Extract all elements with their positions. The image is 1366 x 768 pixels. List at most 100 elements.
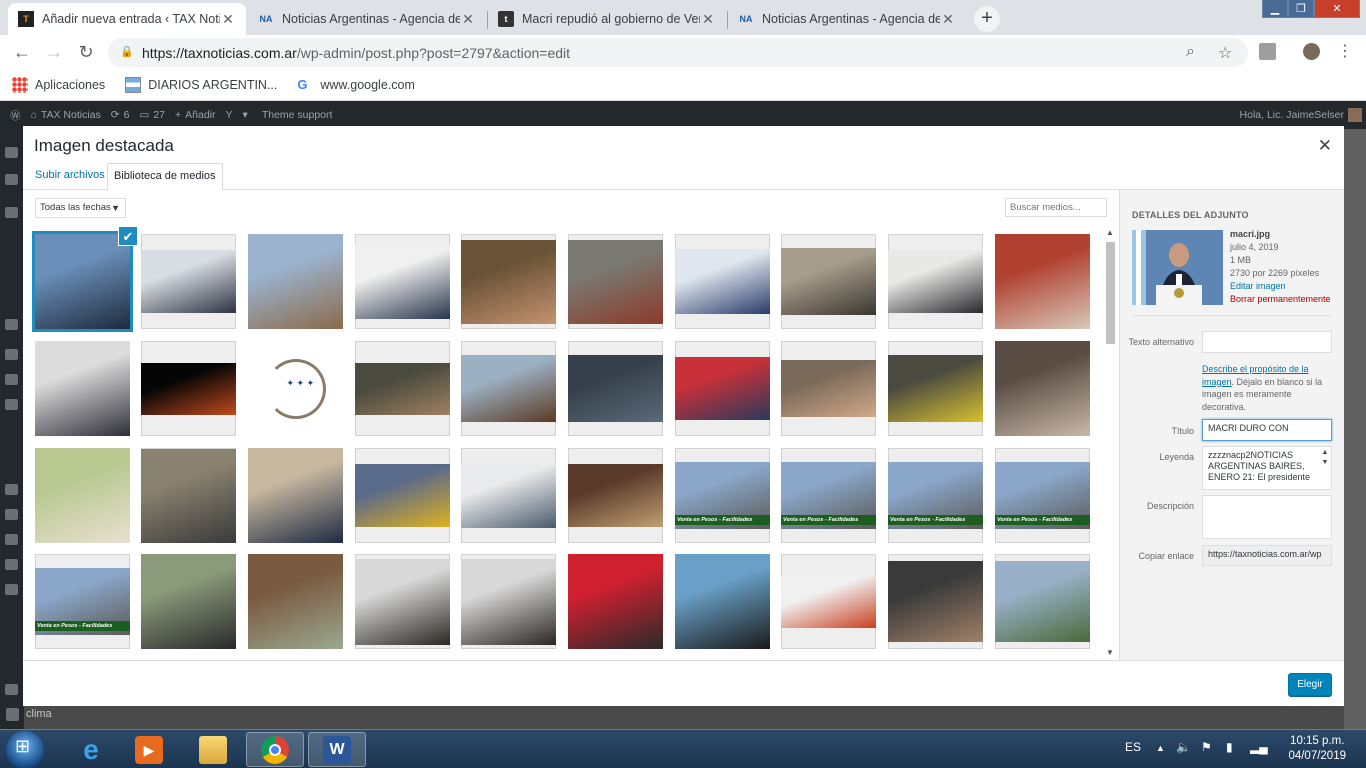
address-bar[interactable]: 🔒 https://taxnoticias.com.ar/wp-admin/po…: [108, 38, 1248, 67]
minimize-icon[interactable]: ▁: [1262, 0, 1288, 18]
bookmark-apps[interactable]: Aplicaciones: [12, 76, 105, 93]
description-textarea[interactable]: [1202, 495, 1332, 539]
media-people-walking[interactable]: [995, 554, 1090, 649]
media-meeting-room[interactable]: [781, 234, 876, 329]
media-macri-abe[interactable]: [248, 448, 343, 543]
taskbar-internet-explorer[interactable]: e: [62, 732, 120, 767]
media-press-panel[interactable]: [461, 448, 556, 543]
media-argentina-woman[interactable]: [781, 554, 876, 649]
tab-noticias-1[interactable]: NA Noticias Argentinas - Agencia de ✕: [248, 3, 486, 35]
media-train-crash[interactable]: [355, 448, 450, 543]
media-white-room-meeting[interactable]: [888, 234, 983, 329]
media-man-voting[interactable]: [141, 554, 236, 649]
media-elderly-men-flags[interactable]: [995, 234, 1090, 329]
comments-count[interactable]: 27: [153, 109, 165, 121]
media-trump-xi[interactable]: [675, 341, 770, 436]
menu-dots-icon[interactable]: ⋮: [1334, 41, 1356, 63]
media-older-man-chair[interactable]: [781, 341, 876, 436]
media-hooded-protester[interactable]: [568, 341, 663, 436]
battery-icon[interactable]: ▮: [1226, 740, 1233, 754]
media-building-pesos-2[interactable]: Venta en Pesos - Facilidades: [781, 448, 876, 543]
close-tab-icon[interactable]: ✕: [700, 11, 716, 28]
taskbar-media-player[interactable]: ▶: [120, 732, 178, 767]
extension-icon[interactable]: [1259, 43, 1276, 60]
media-gavel-dollars[interactable]: [248, 554, 343, 649]
media-building-pesos-5[interactable]: Venta en Pesos - Facilidades: [35, 554, 130, 649]
taskbar-chrome[interactable]: [246, 732, 304, 767]
media-building-pesos-3[interactable]: Venta en Pesos - Facilidades: [888, 448, 983, 543]
media-two-men-portrait[interactable]: [35, 341, 130, 436]
choose-button[interactable]: Elegir: [1288, 673, 1332, 696]
wordpress-logo-icon[interactable]: Ⓦ: [10, 108, 21, 123]
taskbar-word[interactable]: W: [308, 732, 366, 767]
yoast-icon[interactable]: Y: [226, 109, 233, 121]
close-window-icon[interactable]: ✕: [1314, 0, 1360, 18]
close-modal-icon[interactable]: ✕: [1318, 136, 1332, 156]
media-fbi-agents[interactable]: [355, 234, 450, 329]
date-filter-select[interactable]: Todas las fechas ▼: [35, 198, 126, 218]
media-blood-moon[interactable]: [141, 341, 236, 436]
tab-media-library[interactable]: Biblioteca de medios: [107, 163, 223, 191]
media-search-input[interactable]: Buscar medios...: [1005, 198, 1107, 217]
media-congress-session[interactable]: [568, 448, 663, 543]
bookmark-diarios[interactable]: DIARIOS ARGENTIN...: [125, 76, 277, 93]
media-bald-man[interactable]: [355, 341, 450, 436]
tab-macri[interactable]: t Macri repudió al gobierno de Venezuela…: [488, 3, 726, 35]
selected-check-icon[interactable]: ✔: [118, 226, 138, 246]
delete-permanently-link[interactable]: Borrar permanentemente: [1230, 293, 1331, 306]
caption-textarea[interactable]: zzzznacp2NOTICIAS ARGENTINAS BAIRES, ENE…: [1202, 446, 1332, 490]
media-building-pesos-4[interactable]: Venta en Pesos - Facilidades: [995, 448, 1090, 543]
media-macri-podium[interactable]: [32, 231, 133, 332]
scroll-down-icon[interactable]: ▼: [1106, 648, 1114, 657]
system-clock[interactable]: 10:15 p.m. 04/07/2019: [1288, 734, 1346, 764]
alt-text-input[interactable]: [1202, 331, 1332, 353]
media-young-man-1[interactable]: [355, 554, 450, 649]
close-tab-icon[interactable]: ✕: [940, 11, 956, 28]
volume-icon[interactable]: 🔈: [1176, 740, 1191, 754]
new-content-link[interactable]: Añadir: [185, 109, 215, 121]
user-greeting[interactable]: Hola, Lic. JaimeSelser: [1240, 109, 1344, 121]
tab-active[interactable]: T Añadir nueva entrada ‹ TAX Noticias ✕: [8, 3, 246, 35]
show-hidden-icons-icon[interactable]: ▲: [1156, 743, 1165, 753]
start-button[interactable]: [6, 731, 44, 768]
media-man-portrait[interactable]: [461, 234, 556, 329]
restore-icon[interactable]: ❐: [1288, 0, 1314, 18]
media-young-man-2[interactable]: [461, 554, 556, 649]
updates-count[interactable]: 6: [124, 109, 130, 121]
reload-icon[interactable]: ↻: [75, 41, 97, 63]
back-icon[interactable]: ←: [11, 41, 33, 63]
user-avatar[interactable]: [1348, 108, 1362, 122]
bookmark-google[interactable]: G www.google.com: [297, 77, 415, 93]
close-tab-icon[interactable]: ✕: [460, 11, 476, 28]
action-center-flag-icon[interactable]: ⚑: [1201, 740, 1212, 754]
site-name-link[interactable]: TAX Noticias: [41, 109, 101, 121]
caption-scroll-arrows-icon[interactable]: ▲ ▼: [1320, 448, 1330, 489]
copy-link-input[interactable]: https://taxnoticias.com.ar/wp: [1202, 545, 1332, 566]
scroll-up-icon[interactable]: ▲: [1106, 228, 1114, 237]
taskbar-file-explorer[interactable]: [184, 732, 242, 767]
bookmark-star-icon[interactable]: ☆: [1218, 43, 1232, 63]
tab-noticias-2[interactable]: NA Noticias Argentinas - Agencia de ✕: [728, 3, 966, 35]
profile-avatar[interactable]: [1303, 43, 1320, 60]
scrollbar-thumb[interactable]: [1106, 242, 1115, 344]
media-grid-scrollbar[interactable]: ▲ ▼: [1103, 228, 1117, 660]
media-woman-mic[interactable]: [675, 554, 770, 649]
media-debate-capital[interactable]: [568, 554, 663, 649]
media-child-drawing[interactable]: [35, 448, 130, 543]
media-men-conversation[interactable]: [888, 554, 983, 649]
title-input[interactable]: MACRI DURO CON: [1202, 419, 1332, 441]
media-todos-conference[interactable]: [675, 234, 770, 329]
media-surveyor-field[interactable]: [248, 234, 343, 329]
media-car-factory[interactable]: [568, 234, 663, 329]
edit-image-link[interactable]: Editar imagen: [1230, 280, 1331, 293]
new-tab-button[interactable]: +: [974, 6, 1000, 32]
theme-support-link[interactable]: Theme support: [262, 109, 333, 121]
media-parlamento-mercosur[interactable]: ✦ ✦ ✦: [248, 341, 343, 436]
network-signal-icon[interactable]: ▂▄: [1250, 740, 1268, 754]
forward-icon[interactable]: →: [43, 41, 65, 63]
media-building-pesos-1[interactable]: Venta en Pesos - Facilidades: [675, 448, 770, 543]
media-taxis-street[interactable]: [888, 341, 983, 436]
language-indicator[interactable]: ES: [1125, 740, 1141, 754]
media-rusty-machinery[interactable]: [461, 341, 556, 436]
media-man-microphones[interactable]: [995, 341, 1090, 436]
